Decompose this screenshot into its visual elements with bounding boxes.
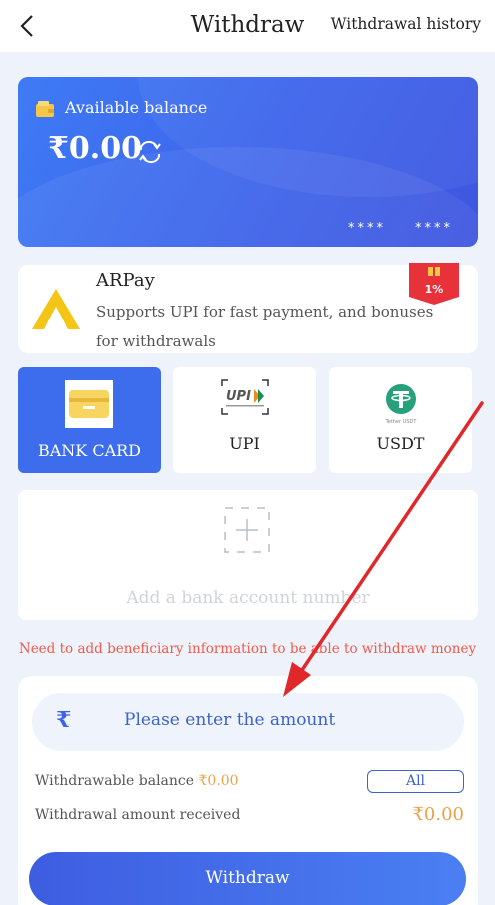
method-label: BANK CARD (37, 441, 142, 460)
svg-text:UPI: UPI (226, 389, 251, 404)
withdrawable-balance-label: Withdrawable balance (35, 773, 195, 789)
amount-received-value: ₹0.00 (412, 804, 464, 825)
add-bank-account[interactable]: Add a bank account number (18, 490, 478, 620)
card-number-mask: **** (415, 221, 453, 236)
method-usdt[interactable]: Tether USDT USDT (329, 367, 472, 473)
refresh-icon[interactable] (137, 140, 163, 164)
balance-card: Available balance ₹0.00 **** **** (18, 77, 478, 247)
arpay-description: Supports UPI for fast payment, and bonus… (96, 303, 434, 350)
withdrawable-balance-value: ₹0.00 (198, 773, 239, 789)
arpay-logo-icon (32, 289, 80, 329)
add-plus-icon (224, 507, 270, 553)
card-number-mask: **** (348, 221, 386, 236)
available-balance-label: Available balance (65, 98, 208, 117)
method-label: UPI (229, 434, 260, 453)
method-upi[interactable]: UPI UPI (173, 367, 316, 473)
wallet-icon (36, 101, 54, 117)
bank-card-icon (65, 380, 113, 428)
withdraw-button[interactable]: Withdraw (29, 852, 466, 905)
add-bank-account-label: Add a bank account number (126, 588, 370, 608)
warning-message: Need to add beneficiary information to b… (18, 641, 477, 657)
balance-amount: ₹0.00 (48, 131, 142, 166)
tether-icon: Tether USDT (385, 384, 418, 425)
svg-text:Tether USDT: Tether USDT (385, 419, 418, 425)
rupee-icon: ₹ (56, 707, 72, 733)
amount-input[interactable]: ₹ Please enter the amount (32, 693, 464, 751)
amount-placeholder: Please enter the amount (124, 710, 336, 730)
method-bank-card[interactable]: BANK CARD (18, 367, 161, 473)
withdrawable-balance-row: Withdrawable balance ₹0.00 (35, 773, 239, 789)
arpay-name: ARPay (96, 270, 155, 291)
bonus-percent: 1% (424, 283, 444, 296)
arpay-option[interactable]: ARPay Supports UPI for fast payment, and… (18, 263, 478, 353)
all-button[interactable]: All (367, 770, 464, 793)
amount-received-label: Withdrawal amount received (35, 807, 241, 823)
method-label: USDT (376, 434, 425, 453)
upi-logo-icon: UPI (221, 379, 269, 415)
withdrawal-history-link[interactable]: Withdrawal history (331, 15, 481, 33)
top-bar: Withdraw Withdrawal history (0, 0, 495, 52)
